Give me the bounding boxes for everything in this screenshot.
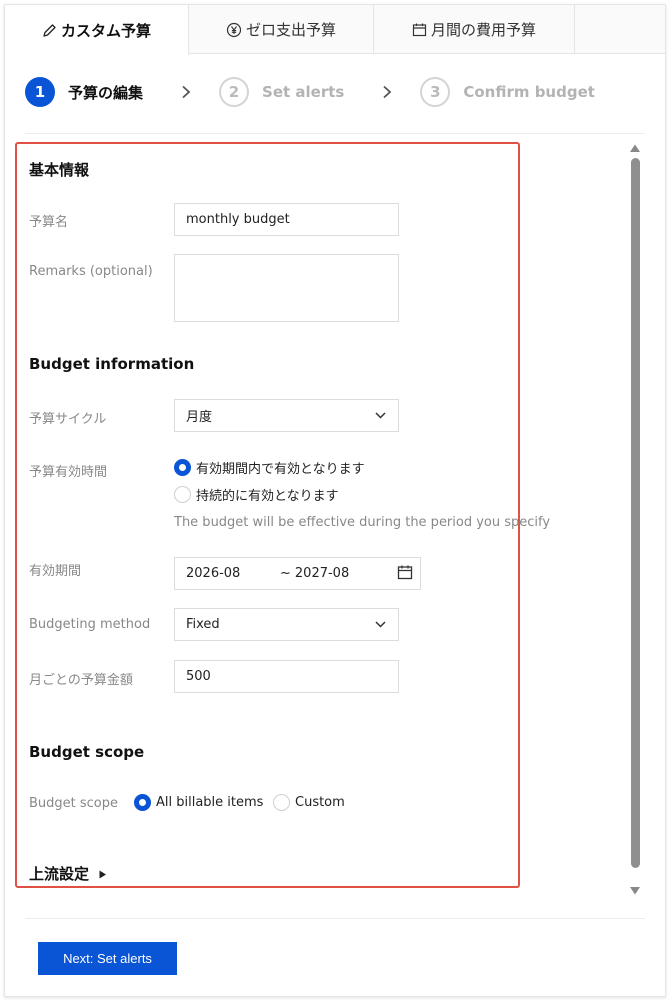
- scope-option-label: All billable items: [156, 795, 264, 810]
- step-1-label: 予算の編集: [68, 83, 144, 102]
- tab-zero-spend-budget[interactable]: ゼロ支出予算: [189, 5, 374, 54]
- remarks-textarea[interactable]: [174, 254, 399, 322]
- effective-hint: The budget will be effective during the …: [174, 515, 551, 530]
- step-1-number: 1: [25, 77, 55, 107]
- tab-label: ゼロ支出予算: [245, 21, 336, 39]
- period-separator: ~: [280, 566, 291, 581]
- period-range-picker[interactable]: 2026-08 ~ 2027-08: [174, 557, 421, 590]
- budgeting-method-select[interactable]: Fixed: [174, 608, 399, 641]
- step-3-label: Confirm budget: [463, 83, 595, 101]
- advanced-settings-toggle[interactable]: 上流設定: [29, 863, 107, 884]
- budget-type-tabs: カスタム予算 ゼロ支出予算 月間の費用予算: [5, 5, 665, 55]
- section-title-scope: Budget scope: [29, 743, 145, 761]
- chevron-down-icon: [375, 617, 386, 632]
- scope-option-label: Custom: [295, 795, 345, 810]
- pencil-icon: [42, 23, 57, 38]
- chevron-right-icon: [382, 85, 392, 99]
- radio-checked[interactable]: [134, 794, 151, 811]
- budgeting-method-label: Budgeting method: [29, 617, 151, 632]
- budget-name-label: 予算名: [29, 215, 69, 230]
- tab-monthly-cost-budget[interactable]: 月間の費用予算: [374, 5, 575, 54]
- chevron-down-icon: [375, 408, 386, 423]
- scroll-up-icon[interactable]: [629, 138, 641, 157]
- budgeting-method-value: Fixed: [186, 617, 220, 632]
- caret-right-icon: [99, 865, 107, 883]
- step-2-number: 2: [219, 77, 250, 107]
- scope-option-custom[interactable]: Custom: [273, 794, 345, 811]
- advanced-settings-label: 上流設定: [29, 865, 90, 883]
- tab-custom-budget[interactable]: カスタム予算: [5, 5, 189, 55]
- scope-option-all[interactable]: All billable items: [134, 794, 263, 811]
- monthly-amount-label: 月ごとの予算金額: [29, 673, 133, 688]
- section-title-basic: 基本情報: [29, 161, 90, 179]
- yen-circle-icon: [226, 22, 242, 38]
- next-set-alerts-button[interactable]: Next: Set alerts: [38, 942, 177, 975]
- effective-time-label: 予算有効時間: [29, 465, 108, 480]
- chevron-right-icon: [181, 85, 191, 99]
- budget-name-input[interactable]: monthly budget: [174, 203, 399, 236]
- period-end: 2027-08: [294, 566, 350, 581]
- radio-checked[interactable]: [174, 459, 191, 476]
- calendar-icon: [412, 22, 427, 37]
- tab-label: 月間の費用予算: [430, 21, 536, 39]
- effective-option-label: 持続的に有効となります: [196, 489, 339, 504]
- calendar-icon[interactable]: [397, 564, 413, 584]
- effective-option-continuous[interactable]: 持続的に有効となります: [174, 485, 339, 504]
- budget-scope-label: Budget scope: [29, 796, 119, 811]
- divider: [25, 918, 645, 919]
- section-title-budget-info: Budget information: [29, 355, 195, 373]
- budget-cycle-label: 予算サイクル: [29, 412, 107, 427]
- budget-cycle-select[interactable]: 月度: [174, 399, 399, 432]
- step-2-label: Set alerts: [262, 83, 345, 101]
- period-start: 2026-08: [186, 566, 241, 581]
- period-label: 有効期間: [29, 564, 82, 579]
- step-3-number: 3: [420, 77, 451, 107]
- remarks-label: Remarks (optional): [29, 264, 153, 279]
- scrollbar-thumb[interactable]: [631, 158, 640, 868]
- step-indicator: 1 予算の編集 2 Set alerts 3 Confirm budget: [25, 77, 595, 107]
- monthly-amount-input[interactable]: 500: [174, 660, 399, 693]
- radio-unchecked[interactable]: [174, 486, 191, 503]
- budget-window: カスタム予算 ゼロ支出予算 月間の費用予算 1 予算の編集 2 Set aler…: [4, 4, 666, 997]
- budget-cycle-value: 月度: [186, 410, 213, 425]
- budget-form: 基本情報 予算名 monthly budget Remarks (optiona…: [15, 142, 550, 888]
- radio-unchecked[interactable]: [273, 794, 290, 811]
- divider: [25, 133, 645, 134]
- scroll-down-icon[interactable]: [629, 881, 641, 900]
- tab-label: カスタム予算: [60, 21, 151, 40]
- effective-option-label: 有効期間内で有効となります: [196, 462, 365, 477]
- effective-option-period[interactable]: 有効期間内で有効となります: [174, 458, 365, 477]
